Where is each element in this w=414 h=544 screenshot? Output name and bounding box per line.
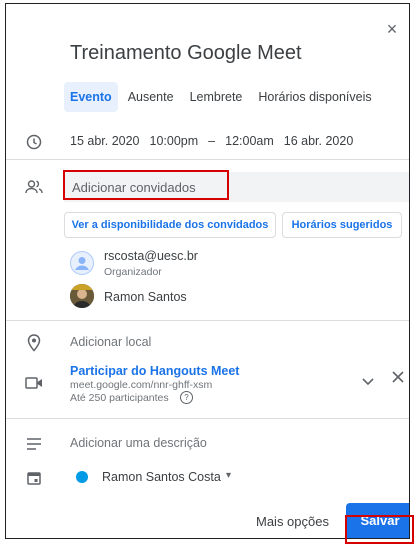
clock-icon: [24, 132, 44, 152]
remove-conference-icon[interactable]: [392, 370, 404, 386]
avatar: [70, 284, 94, 308]
event-type-tabs: Evento Ausente Lembrete Horários disponí…: [64, 82, 378, 112]
divider: [6, 418, 409, 419]
start-time[interactable]: 10:00pm: [150, 134, 199, 148]
tab-ausente[interactable]: Ausente: [122, 82, 180, 112]
suggested-times-button[interactable]: Horários sugeridos: [282, 212, 402, 238]
event-title[interactable]: Treinamento Google Meet: [70, 42, 302, 65]
location-pin-icon: [24, 333, 44, 353]
highlight-box-save: [345, 515, 414, 544]
hangouts-join-link[interactable]: Participar do Hangouts Meet: [70, 364, 239, 378]
start-date[interactable]: 15 abr. 2020: [70, 134, 140, 148]
calendar-color-dot: [76, 471, 88, 483]
description-input[interactable]: Adicionar uma descrição: [70, 436, 207, 450]
close-icon[interactable]: ×: [381, 18, 403, 40]
end-time[interactable]: 12:00am: [225, 134, 274, 148]
tab-evento[interactable]: Evento: [64, 82, 118, 112]
time-separator: –: [208, 134, 216, 148]
guest-role: Organizador: [104, 266, 162, 278]
guest-availability-button[interactable]: Ver a disponibilidade dos convidados: [64, 212, 276, 238]
more-options-button[interactable]: Mais opções: [256, 514, 329, 529]
video-camera-icon: [24, 373, 44, 393]
guest-name: Ramon Santos: [104, 290, 187, 304]
event-datetime: 15 abr. 2020 10:00pm – 12:00am 16 abr. 2…: [70, 134, 353, 148]
calendar-owner-select[interactable]: Ramon Santos Costa: [102, 470, 221, 484]
tab-lembrete[interactable]: Lembrete: [184, 82, 249, 112]
highlight-box-guests: [63, 170, 229, 200]
description-icon: [24, 434, 44, 454]
people-icon: [24, 177, 44, 197]
hangouts-participant-limit: Até 250 participantes: [70, 392, 169, 404]
end-date[interactable]: 16 abr. 2020: [284, 134, 354, 148]
chevron-down-icon[interactable]: [362, 373, 374, 389]
avatar: [70, 251, 94, 275]
help-icon[interactable]: ?: [180, 391, 193, 404]
caret-down-icon[interactable]: ▾: [226, 470, 231, 481]
hangouts-url: meet.google.com/nnr-ghff-xsm: [70, 379, 213, 391]
divider: [6, 320, 409, 321]
guest-name: rscosta@uesc.br: [104, 249, 198, 263]
event-dialog: × Treinamento Google Meet Evento Ausente…: [5, 3, 410, 539]
calendar-icon: [24, 468, 44, 488]
divider: [6, 159, 409, 160]
tab-horarios-disponiveis[interactable]: Horários disponíveis: [252, 82, 377, 112]
location-input[interactable]: Adicionar local: [70, 335, 151, 349]
